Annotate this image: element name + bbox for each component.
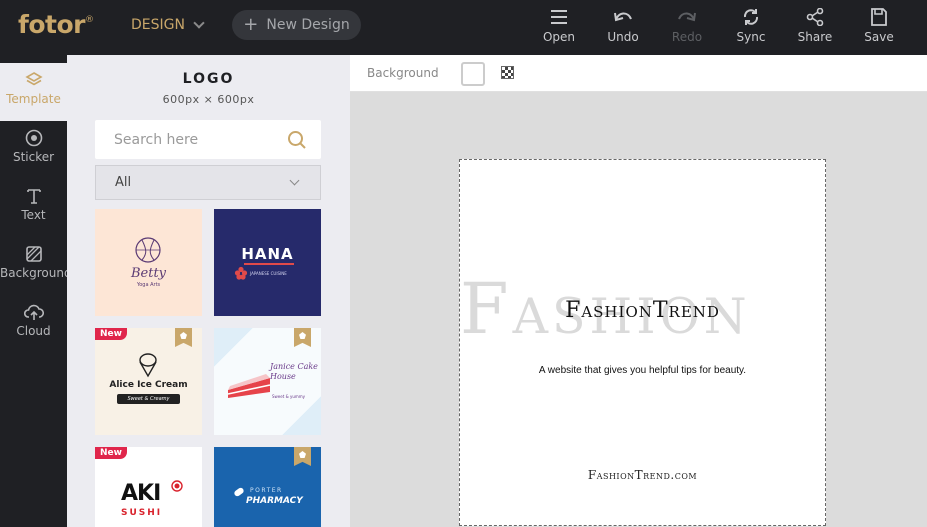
sticker-icon: [25, 129, 42, 147]
sidebar-item-text[interactable]: Text: [0, 179, 67, 237]
cloud-upload-icon: [23, 304, 44, 320]
template-thumbnail[interactable]: PORTER PHARMACY: [214, 447, 321, 527]
template-thumbnail[interactable]: Janice Cake House Sweet & yummy: [214, 328, 321, 435]
open-label: Open: [542, 30, 576, 44]
pill-icon: [234, 487, 244, 497]
redo-label: Redo: [671, 30, 703, 44]
chevron-down-icon: [193, 17, 205, 29]
sidebar-item-template[interactable]: Template: [0, 63, 67, 121]
transparent-background-icon[interactable]: [501, 66, 514, 79]
sync-label: Sync: [736, 30, 766, 44]
template-thumbnail[interactable]: HANA JAPANESE CUISINE: [214, 209, 321, 316]
headline-text[interactable]: FashionTrend: [460, 298, 825, 323]
new-design-button[interactable]: + New Design: [232, 10, 361, 40]
sync-button[interactable]: Sync: [721, 8, 781, 44]
plus-icon: +: [243, 14, 259, 35]
save-button[interactable]: Save: [849, 8, 909, 44]
redo-button[interactable]: Redo: [657, 8, 717, 44]
template-title: Betty: [130, 266, 167, 281]
undo-icon: [614, 12, 632, 22]
premium-badge-icon: [294, 447, 311, 466]
template-caption: SUSHI: [121, 508, 163, 518]
top-bar: fotor® DESIGN + New Design Open Undo Red…: [0, 0, 927, 55]
category-select-value: All: [115, 175, 132, 190]
template-divider: [244, 263, 294, 265]
search-icon[interactable]: [287, 130, 307, 150]
template-caption: PHARMACY: [246, 496, 303, 506]
template-title: AKI: [121, 481, 161, 506]
background-icon: [25, 246, 42, 262]
template-title: HANA: [241, 245, 294, 263]
save-label: Save: [864, 30, 894, 44]
share-label: Share: [797, 30, 833, 44]
template-caption: JAPANESE CUISINE: [250, 271, 287, 276]
sidebar-item-background[interactable]: Background: [0, 237, 72, 295]
share-icon: [806, 8, 824, 26]
layers-icon: [24, 72, 43, 86]
design-menu[interactable]: DESIGN: [131, 17, 205, 33]
website-text[interactable]: FashionTrend.com: [460, 468, 825, 482]
sidebar-item-label: Text: [21, 208, 46, 222]
template-thumbnail[interactable]: Betty Yoga Arts: [95, 209, 202, 316]
sidebar-item-label: Template: [6, 92, 61, 106]
chevron-down-icon: [289, 175, 300, 186]
template-caption: Sweet & yummy: [272, 394, 306, 399]
fotor-logo[interactable]: fotor®: [18, 10, 94, 39]
tagline-text[interactable]: A website that gives you helpful tips fo…: [460, 365, 825, 376]
icon-sidebar: Template Sticker Text Background Cloud: [0, 55, 72, 527]
background-toolbar: Background: [350, 55, 927, 92]
template-title: Janice Cake House: [270, 362, 318, 381]
open-button[interactable]: Open: [529, 8, 589, 44]
template-thumbnail[interactable]: AKI SUSHI New: [95, 447, 202, 527]
search-box: [95, 120, 321, 159]
new-badge: New: [95, 328, 127, 340]
new-design-label: New Design: [266, 17, 350, 33]
betty-logo-mark: [135, 237, 161, 263]
template-caption: Yoga Arts: [136, 282, 161, 288]
text-icon: [26, 189, 41, 204]
menu-icon: [551, 10, 567, 24]
sync-icon: [743, 9, 759, 25]
template-caption: Sweet & Creamy: [117, 394, 180, 404]
category-select[interactable]: All: [95, 165, 321, 200]
save-icon: [871, 8, 887, 26]
sidebar-item-sticker[interactable]: Sticker: [0, 121, 67, 179]
template-title: Alice Ice Cream: [109, 380, 188, 390]
design-menu-label: DESIGN: [131, 17, 185, 33]
template-panel: LOGO 600px × 600px All Betty Yoga Arts H…: [67, 55, 350, 527]
template-thumbnail[interactable]: Alice Ice Cream Sweet & Creamy New: [95, 328, 202, 435]
undo-button[interactable]: Undo: [593, 8, 653, 44]
background-label: Background: [367, 66, 439, 80]
flower-icon: [234, 266, 248, 280]
template-title: PORTER: [250, 487, 283, 494]
redo-icon: [678, 12, 696, 22]
share-button[interactable]: Share: [785, 8, 845, 44]
undo-label: Undo: [607, 30, 639, 44]
panel-size: 600px × 600px: [162, 93, 255, 106]
background-color-swatch[interactable]: [461, 62, 485, 86]
new-badge: New: [95, 447, 127, 459]
red-dot-icon: [171, 480, 183, 492]
sidebar-item-label: Sticker: [12, 150, 55, 164]
sidebar-item-label: Background: [0, 266, 72, 280]
search-input[interactable]: [95, 120, 285, 159]
sidebar-item-cloud[interactable]: Cloud: [0, 295, 67, 353]
panel-title: LOGO: [182, 71, 235, 87]
sidebar-item-label: Cloud: [16, 324, 51, 338]
design-artboard[interactable]: Fashion FashionTrend A website that give…: [459, 159, 826, 526]
